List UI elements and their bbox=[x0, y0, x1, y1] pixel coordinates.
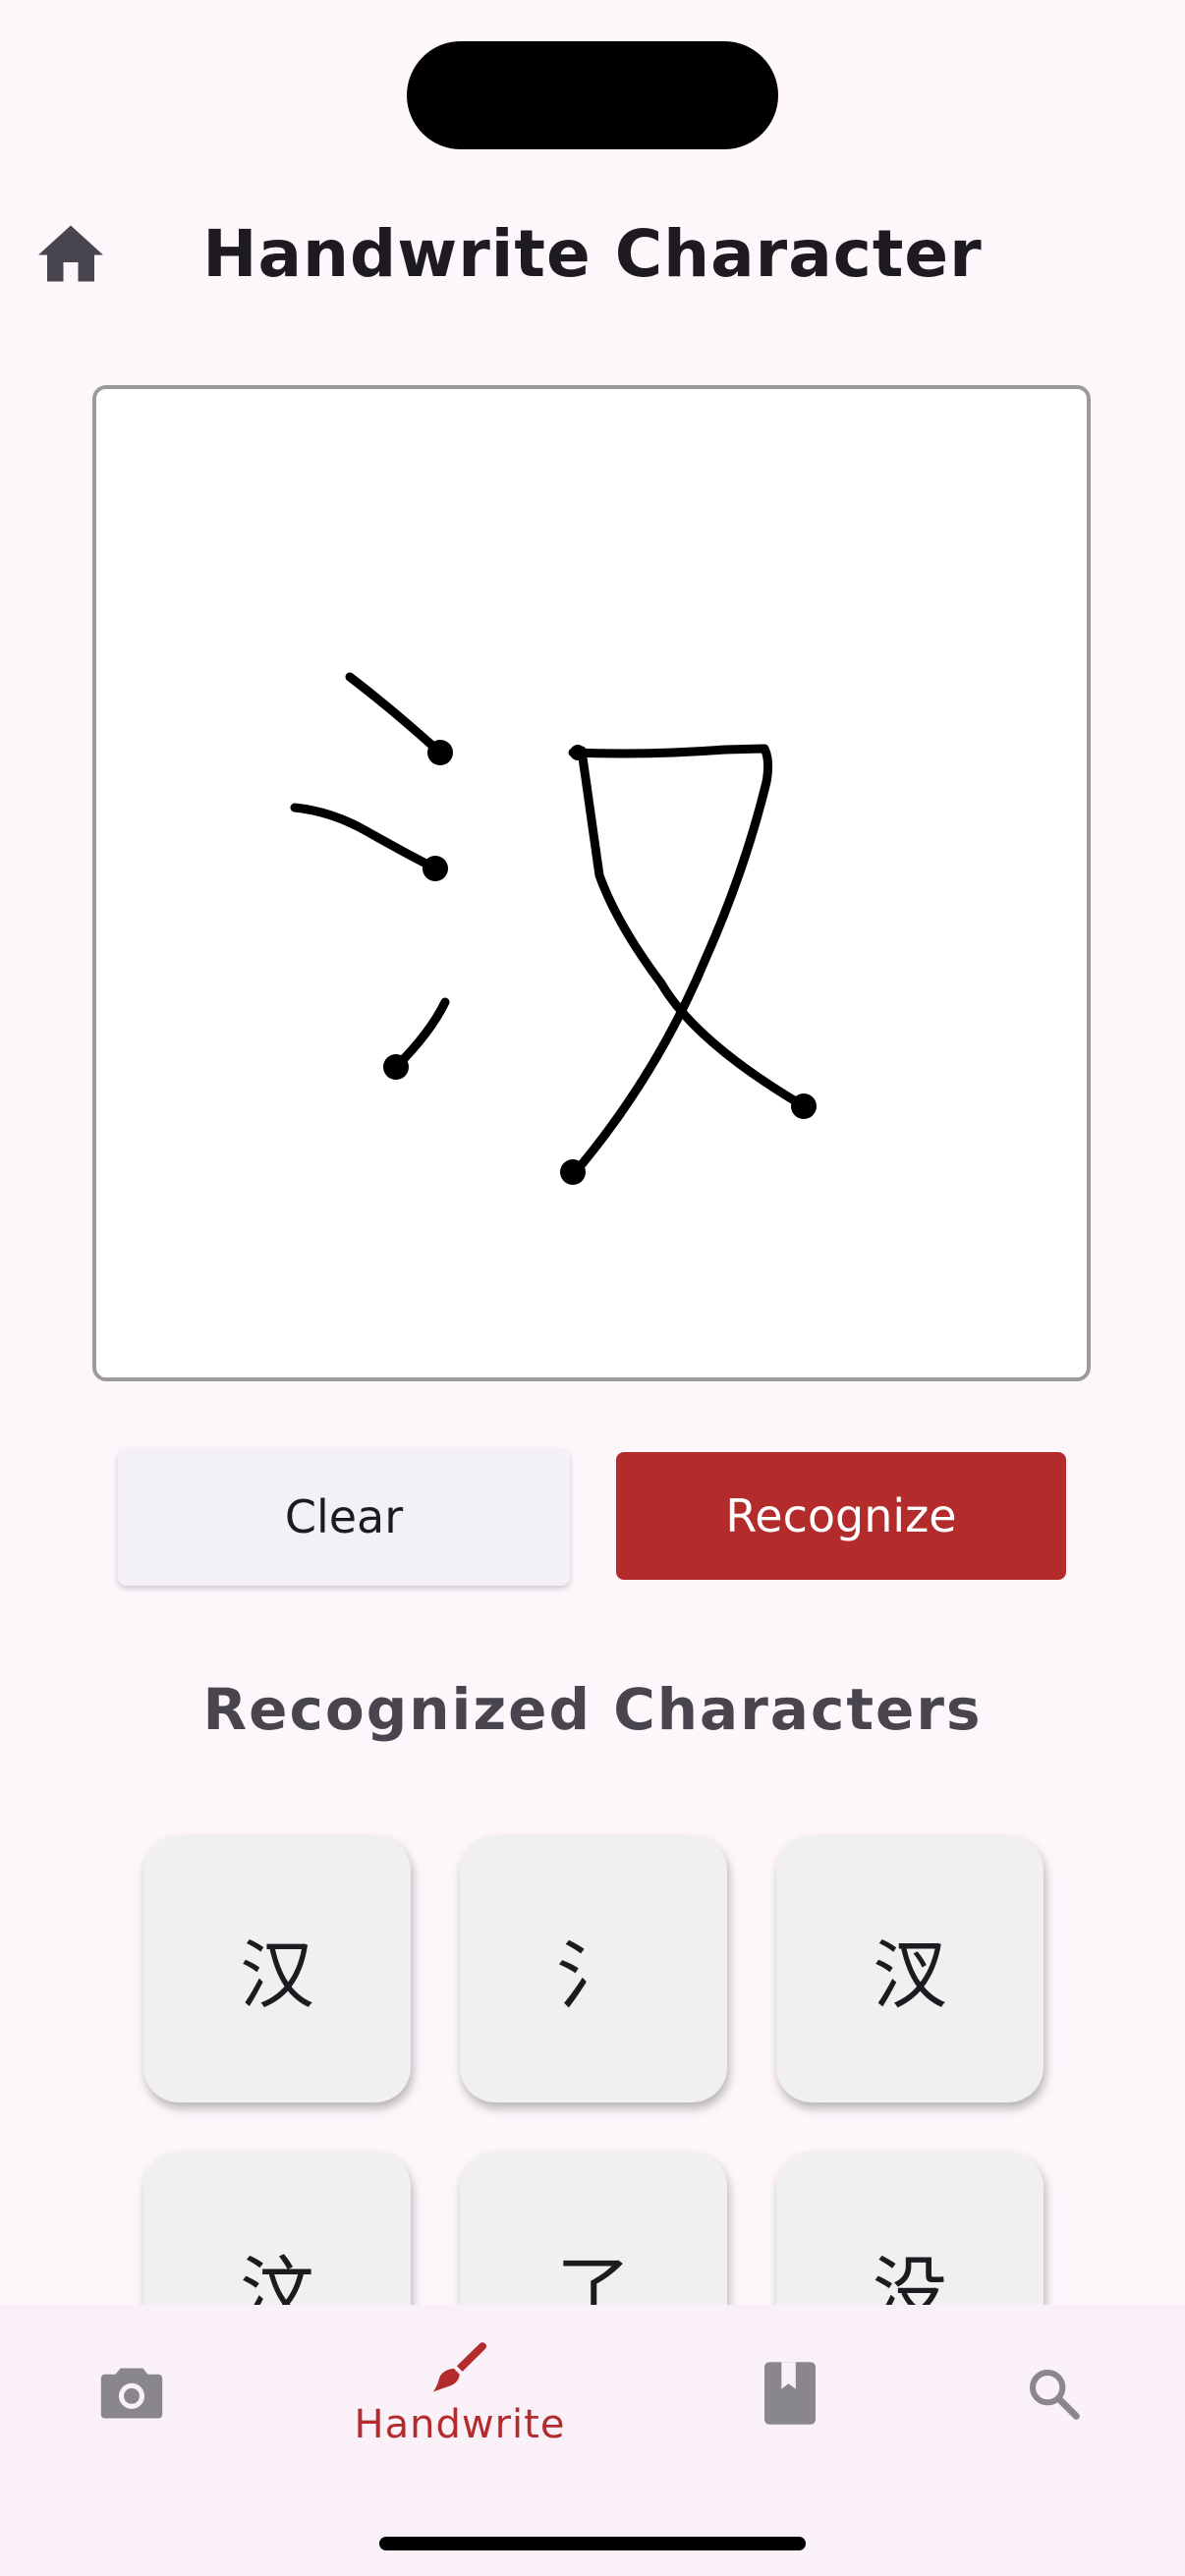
dynamic-island bbox=[407, 41, 778, 149]
character-tile[interactable]: 没 bbox=[776, 2152, 1044, 2305]
character-tile[interactable]: 了 bbox=[460, 2152, 727, 2305]
recognized-characters-grid: 汉 氵 汊 汶 了 没 bbox=[0, 1788, 1185, 2305]
recognized-characters-title: Recognized Characters bbox=[202, 1676, 983, 1743]
camera-icon bbox=[100, 2368, 163, 2419]
nav-item-handwrite[interactable]: Handwrite bbox=[322, 2305, 597, 2482]
character-tile[interactable]: 汶 bbox=[143, 2152, 411, 2305]
search-icon bbox=[1029, 2369, 1080, 2420]
nav-item-camera[interactable] bbox=[63, 2305, 200, 2482]
nav-item-search[interactable] bbox=[985, 2305, 1122, 2482]
character-tile[interactable]: 汊 bbox=[776, 1835, 1044, 2102]
home-indicator bbox=[379, 2537, 806, 2550]
bottom-navigation-bar: Handwrite bbox=[0, 2305, 1185, 2576]
book-icon bbox=[764, 2362, 816, 2425]
drawing-canvas[interactable] bbox=[92, 385, 1091, 1381]
clear-button[interactable]: Clear bbox=[118, 1448, 570, 1586]
page-title: Handwrite Character bbox=[202, 216, 983, 292]
recognize-button[interactable]: Recognize bbox=[616, 1452, 1066, 1580]
nav-item-dictionary[interactable] bbox=[721, 2305, 859, 2482]
brush-icon bbox=[432, 2342, 487, 2392]
nav-item-label: Handwrite bbox=[354, 2402, 566, 2447]
character-tile[interactable]: 汉 bbox=[143, 1835, 411, 2102]
character-tile[interactable]: 氵 bbox=[460, 1835, 727, 2102]
